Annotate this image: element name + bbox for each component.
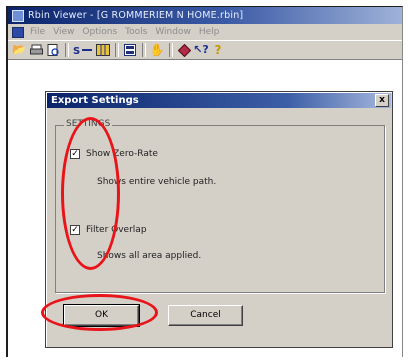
document-icon[interactable] — [12, 26, 24, 38]
dialog-titlebar[interactable]: Export Settings — [47, 93, 391, 108]
export-settings-dialog: Export Settings x SETTINGS ✓ Show Zero-R… — [45, 91, 393, 348]
window-title: Rbin Viewer - [G ROMMERIEM N HOME.rbin] — [28, 10, 244, 21]
ok-button[interactable]: OK — [63, 304, 140, 327]
diamond-icon[interactable] — [177, 43, 191, 57]
route-icon[interactable]: S — [73, 43, 93, 57]
toolbar-separator — [115, 43, 119, 57]
svg-text:S: S — [73, 46, 80, 56]
map-icon[interactable] — [96, 43, 110, 57]
hand-icon[interactable]: ✋ — [150, 43, 165, 57]
filter-overlap-description: Shows all area applied. — [97, 251, 202, 261]
menu-view[interactable]: View — [53, 27, 74, 37]
toolbar-separator — [169, 43, 173, 57]
list-icon[interactable] — [123, 43, 137, 57]
settings-group: SETTINGS ✓ Show Zero-Rate Shows entire v… — [55, 119, 385, 293]
group-label: SETTINGS — [64, 119, 113, 129]
question-icon[interactable]: ? — [211, 43, 225, 57]
dialog-title: Export Settings — [51, 95, 139, 106]
help-cursor-icon[interactable]: ↖? — [193, 43, 209, 57]
show-zero-rate-description: Shows entire vehicle path. — [97, 177, 217, 187]
print-preview-icon[interactable] — [46, 43, 60, 57]
open-folder-icon[interactable]: 📂 — [12, 43, 26, 57]
menu-options[interactable]: Options — [82, 27, 117, 37]
filter-overlap-label[interactable]: Filter Overlap — [86, 225, 147, 235]
toolbar-separator — [142, 43, 146, 57]
app-icon — [12, 9, 24, 22]
toolbar-separator — [65, 43, 69, 57]
menu-tools[interactable]: Tools — [125, 27, 147, 37]
menu-window[interactable]: Window — [155, 27, 191, 37]
toolbar: 📂 S ✋ ↖? ? — [8, 40, 402, 60]
menu-file[interactable]: File — [30, 27, 45, 37]
menu-help[interactable]: Help — [199, 27, 220, 37]
print-icon[interactable] — [29, 43, 43, 57]
cancel-button[interactable]: Cancel — [168, 305, 243, 326]
app-titlebar[interactable]: Rbin Viewer - [G ROMMERIEM N HOME.rbin] — [8, 7, 402, 24]
menu-bar: File View Options Tools Window Help — [8, 24, 402, 40]
close-icon[interactable]: x — [375, 94, 389, 107]
filter-overlap-checkbox[interactable]: ✓ — [70, 225, 80, 235]
show-zero-rate-label[interactable]: Show Zero-Rate — [86, 149, 158, 159]
show-zero-rate-checkbox[interactable]: ✓ — [70, 149, 80, 159]
